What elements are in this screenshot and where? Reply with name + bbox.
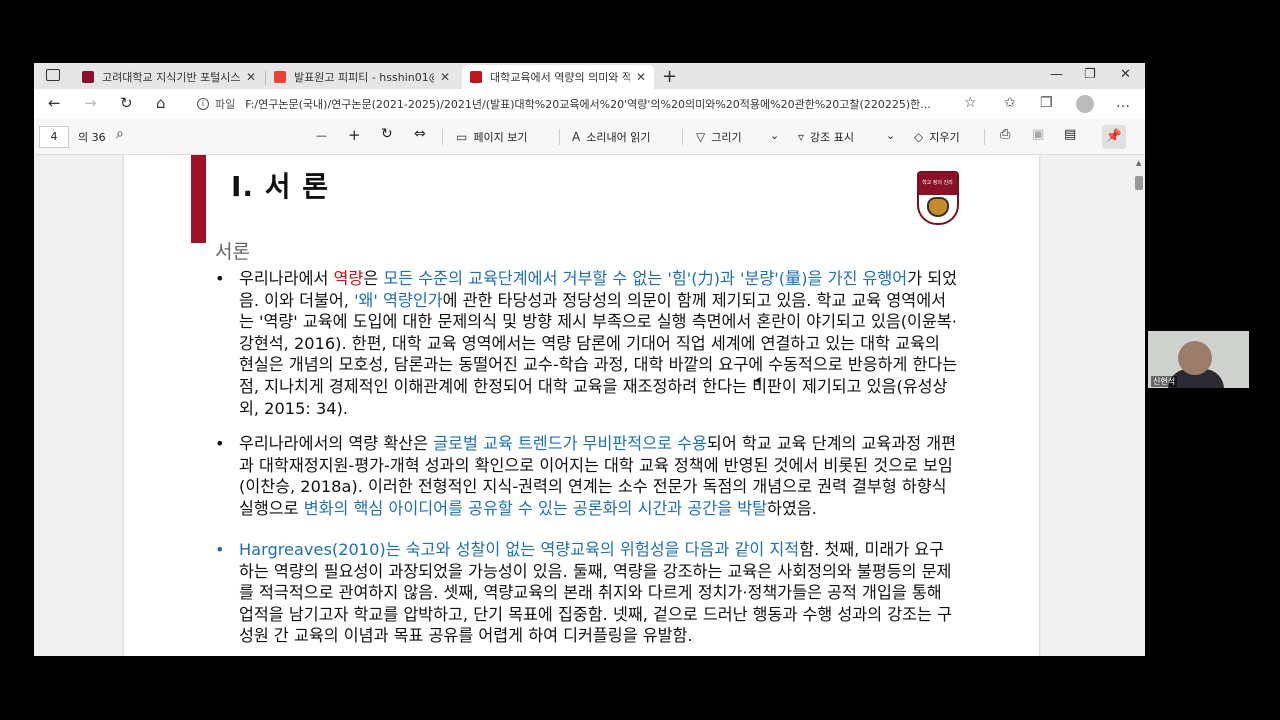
body-text: 우리나라에서 — [239, 269, 334, 288]
paragraph-3: • Hargreaves(2010)는 숙고와 성찰이 없는 역량교육의 위험성을… — [215, 539, 958, 647]
tab-actions-icon[interactable] — [46, 69, 60, 81]
pdf-viewport[interactable]: I. 서 론 학교 정의 진리 서론 • 우리나라에서 역량은 모든 수준의 교육… — [34, 155, 1133, 656]
more-menu-icon[interactable]: … — [1116, 95, 1130, 111]
heading-accent-bar — [191, 155, 206, 243]
read-aloud-label: 소리내어 읽기 — [586, 131, 651, 144]
draw-dropdown-icon[interactable]: ⌄ — [770, 129, 779, 142]
emphasis-text: '왜' 역량인가 — [354, 290, 443, 310]
new-tab-button[interactable]: + — [662, 66, 677, 87]
tab-pdf-active[interactable]: 대학교육에서 역량의 의미와 적용 ✕ — [462, 65, 654, 89]
rotate-icon[interactable]: ↻ — [381, 126, 393, 142]
bullet-point: • — [215, 269, 225, 288]
close-tab-icon[interactable]: ✕ — [246, 70, 256, 84]
screen: 고려대학교 지식기반 포털시스템 ✕ 발표원고 피피티 - hsshin01@k… — [0, 0, 1280, 720]
emphasis-text: 글로벌 교육 트렌드가 무비판적으로 수용 — [433, 434, 707, 453]
read-aloud-button[interactable]: A 소리내어 읽기 — [572, 129, 650, 145]
pdf-toolbar: 4 의 36 ⌕ — + ↻ ⇔ ▭ 페이지 보기 A 소리내어 읽기 ▽ 그리기 ⌄… — [34, 119, 1145, 155]
pin-toolbar-icon[interactable]: 📌 — [1102, 125, 1126, 149]
emphasis-text: 변화의 핵심 아이디어를 공유할 수 있는 공론화의 시간과 공간을 박탈 — [303, 498, 768, 518]
emphasis-text: 모든 수준의 교육단계에서 거부할 수 없는 '힘'(力)과 '분량'(量)을 … — [383, 269, 908, 288]
read-aloud-icon: A — [572, 130, 581, 144]
highlight-button[interactable]: ▿ 강조 표시 — [798, 129, 854, 145]
tab-bar: 고려대학교 지식기반 포털시스템 ✕ 발표원고 피피티 - hsshin01@k… — [34, 63, 1145, 89]
draw-icon: ▽ — [696, 130, 706, 144]
save-icon[interactable]: ▣ — [1032, 127, 1044, 142]
favorites-icon[interactable]: ✩ — [1004, 95, 1016, 111]
tab-title: 대학교육에서 역량의 의미와 적용 — [490, 71, 630, 84]
tiger-icon — [927, 197, 949, 217]
pdf-favicon-icon — [470, 71, 482, 83]
zoom-in-button[interactable]: + — [348, 126, 361, 144]
home-button[interactable]: ⌂ — [156, 94, 166, 112]
close-tab-icon[interactable]: ✕ — [440, 70, 450, 84]
page-view-label: 페이지 보기 — [473, 131, 528, 144]
emphasis-text: 역량 — [333, 269, 364, 288]
back-button[interactable]: ← — [48, 94, 61, 112]
draw-label: 그리기 — [711, 131, 742, 144]
tab-title: 발표원고 피피티 - hsshin01@ko — [294, 71, 434, 84]
paragraph-1: • 우리나라에서 역량은 모든 수준의 교육단계에서 거부할 수 없는 '힘'(力… — [215, 268, 958, 419]
save-as-icon[interactable]: ▤ — [1064, 127, 1076, 142]
browser-window: 고려대학교 지식기반 포털시스템 ✕ 발표원고 피피티 - hsshin01@k… — [34, 63, 1145, 656]
bullet-point: • — [215, 434, 225, 453]
print-icon[interactable]: ⎙ — [1000, 127, 1010, 142]
page-heading: I. 서 론 — [231, 170, 330, 203]
eraser-icon: ◇ — [914, 130, 924, 144]
tab-korea-portal[interactable]: 고려대학교 지식기반 포털시스템 ✕ — [74, 65, 264, 89]
fit-page-icon[interactable]: ⇔ — [414, 126, 426, 142]
page-total: 의 36 — [78, 131, 106, 144]
search-icon[interactable]: ⌕ — [116, 126, 124, 142]
info-icon[interactable]: i — [197, 98, 209, 110]
scrollbar-thumb[interactable] — [1135, 176, 1143, 190]
emphasis-text: Hargreaves(2010)는 숙고와 성찰이 없는 역량교육의 위험성을 … — [239, 540, 800, 559]
presenter-face — [1178, 341, 1212, 375]
close-tab-icon[interactable]: ✕ — [636, 70, 646, 84]
page-view-icon: ▭ — [456, 130, 468, 144]
maximize-button[interactable]: ❐ — [1084, 67, 1096, 82]
minimize-button[interactable]: — — [1050, 67, 1063, 82]
bullet-point: • — [215, 540, 225, 559]
forward-button[interactable]: → — [84, 94, 97, 112]
paragraph-2: • 우리나라에서의 역량 확산은 글로벌 교육 트렌드가 무비판적으로 수용되어 … — [215, 433, 958, 519]
profile-avatar[interactable] — [1076, 95, 1094, 113]
url-text[interactable]: F:/연구논문(국내)/연구논문(2021-2025)/2021년/(발표)대학… — [245, 96, 945, 112]
address-bar: ← → ↻ ⌂ i 파일 F:/연구논문(국내)/연구논문(2021-2025)… — [34, 89, 1145, 119]
page-view-button[interactable]: ▭ 페이지 보기 — [456, 129, 527, 145]
gmail-favicon-icon — [274, 71, 286, 83]
url-field[interactable]: i 파일 F:/연구논문(국내)/연구논문(2021-2025)/2021년/(… — [197, 93, 997, 115]
erase-label: 지우기 — [929, 131, 960, 144]
pdf-page: I. 서 론 학교 정의 진리 서론 • 우리나라에서 역량은 모든 수준의 교육… — [124, 155, 1039, 656]
tab-title: 고려대학교 지식기반 포털시스템 — [102, 71, 240, 84]
webcam-overlay: 신현석 — [1148, 331, 1249, 388]
close-window-button[interactable]: ✕ — [1120, 67, 1131, 82]
presenter-name: 신현석 — [1151, 376, 1178, 387]
page-number-input[interactable]: 4 — [39, 126, 69, 148]
korea-university-favicon-icon — [82, 71, 94, 83]
korea-university-crest-logo: 학교 정의 진리 — [917, 171, 959, 225]
highlight-dropdown-icon[interactable]: ⌄ — [886, 129, 895, 142]
reload-button[interactable]: ↻ — [120, 94, 133, 112]
crest-text: 학교 정의 진리 — [922, 180, 953, 186]
scheme-label: 파일 — [215, 98, 236, 111]
body-text: 하였음. — [767, 498, 817, 518]
erase-button[interactable]: ◇ 지우기 — [914, 129, 960, 145]
section-title: 서론 — [215, 241, 250, 263]
highlight-label: 강조 표시 — [810, 131, 855, 144]
collections-icon[interactable]: ❐ — [1040, 95, 1053, 111]
draw-button[interactable]: ▽ 그리기 — [696, 129, 742, 145]
zoom-out-button[interactable]: — — [316, 129, 327, 142]
vertical-scrollbar[interactable]: ▲ — [1133, 155, 1145, 656]
body-text: 은 — [363, 269, 384, 288]
body-text: 우리나라에서의 역량 확산은 — [239, 434, 434, 453]
favorite-star-icon[interactable]: ☆ — [964, 95, 977, 111]
scroll-up-icon[interactable]: ▲ — [1136, 159, 1141, 167]
tab-gmail[interactable]: 발표원고 피피티 - hsshin01@ko ✕ — [266, 65, 461, 89]
highlight-icon: ▿ — [798, 130, 805, 144]
